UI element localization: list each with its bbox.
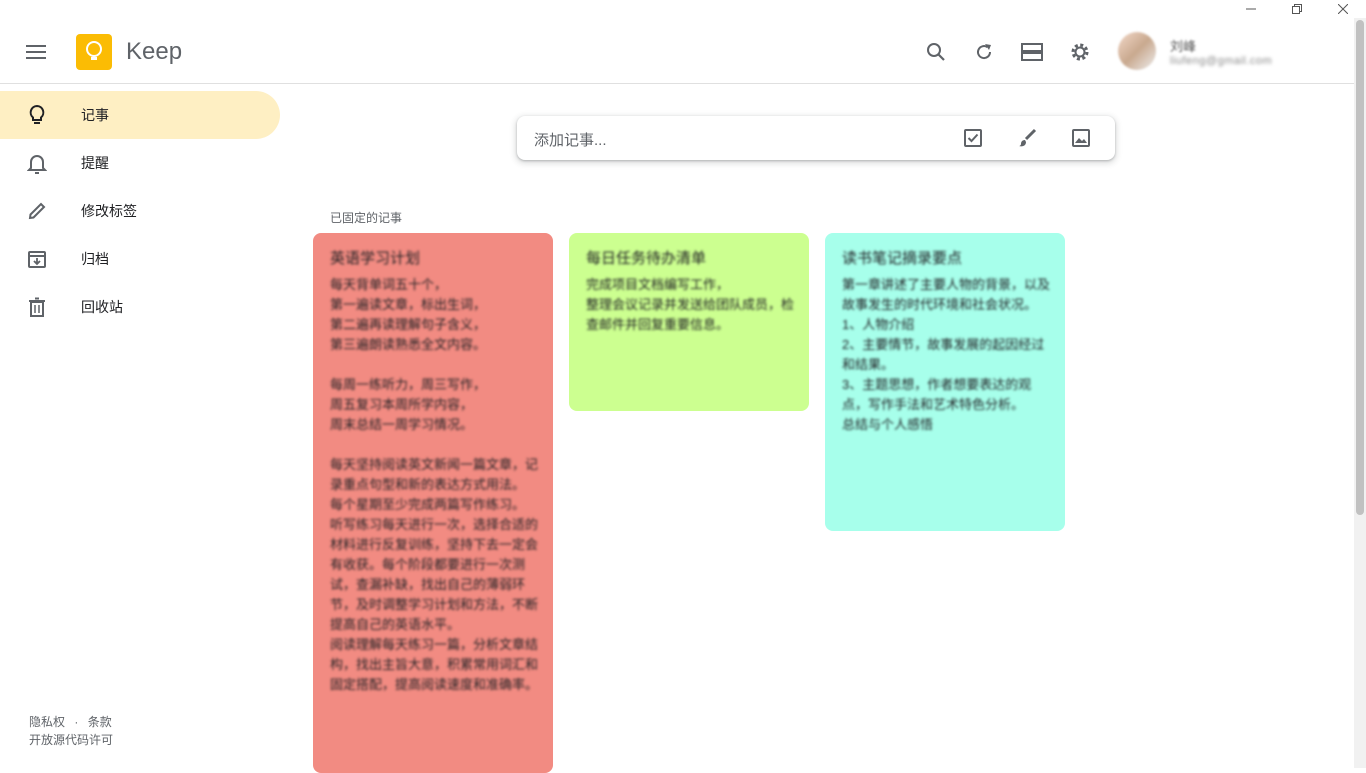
sidebar-item-trash[interactable]: 回收站 bbox=[0, 283, 280, 331]
note-card[interactable]: 每日任务待办清单 完成项目文档编写工作， 整理会议记录并发送给团队成员，检查邮件… bbox=[569, 233, 809, 411]
lightbulb-icon bbox=[24, 102, 50, 128]
note-body: 完成项目文档编写工作， 整理会议记录并发送给团队成员，检查邮件并回复重要信息。 bbox=[586, 277, 795, 332]
sidebar-item-label: 提醒 bbox=[81, 155, 109, 171]
brush-icon bbox=[1019, 128, 1037, 147]
trash-icon bbox=[24, 294, 50, 320]
footer-links: 隐私权 · 条款 bbox=[29, 713, 112, 730]
archive-icon bbox=[24, 246, 50, 272]
gear-icon bbox=[1071, 43, 1089, 61]
window-controls bbox=[1228, 0, 1366, 18]
bell-icon bbox=[24, 150, 50, 176]
terms-link[interactable]: 条款 bbox=[88, 715, 112, 729]
note-card[interactable]: 英语学习计划 每天背单词五十个， 第一遍读文章，标出生词， 第二遍再读理解句子含… bbox=[313, 233, 553, 773]
license-link[interactable]: 开放源代码许可 bbox=[29, 731, 113, 748]
restore-icon[interactable] bbox=[1274, 0, 1320, 18]
main-menu-button[interactable] bbox=[16, 32, 56, 72]
scrollbar-thumb[interactable] bbox=[1356, 20, 1364, 515]
image-icon bbox=[1072, 129, 1090, 147]
close-icon[interactable] bbox=[1320, 0, 1366, 18]
note-title: 英语学习计划 bbox=[330, 250, 421, 267]
privacy-link[interactable]: 隐私权 bbox=[29, 715, 65, 729]
list-view-icon bbox=[1021, 43, 1043, 61]
sidebar-item-notes[interactable]: 记事 bbox=[0, 91, 280, 139]
sidebar-item-label: 归档 bbox=[81, 251, 109, 267]
pencil-icon bbox=[24, 198, 50, 224]
sidebar-item-edit-labels[interactable]: 修改标签 bbox=[0, 187, 280, 235]
new-drawing-button[interactable] bbox=[1011, 122, 1043, 154]
new-list-button[interactable] bbox=[957, 122, 989, 154]
lightbulb-logo-icon bbox=[86, 41, 102, 60]
take-note-bar[interactable]: 添加记事... bbox=[517, 116, 1115, 160]
note-title: 每日任务待办清单 bbox=[586, 250, 707, 267]
take-note-input[interactable]: 添加记事... bbox=[534, 129, 607, 150]
checkbox-icon bbox=[964, 129, 982, 147]
note-title: 读书笔记摘录要点 bbox=[842, 250, 963, 267]
minimize-icon[interactable] bbox=[1228, 0, 1274, 18]
user-email: liufeng@gmail.com bbox=[1170, 55, 1273, 67]
sidebar-item-reminders[interactable]: 提醒 bbox=[0, 139, 280, 187]
sidebar-item-archive[interactable]: 归档 bbox=[0, 235, 280, 283]
sidebar-item-label: 记事 bbox=[81, 107, 109, 123]
list-view-button[interactable] bbox=[1012, 32, 1052, 72]
keep-logo bbox=[76, 34, 112, 70]
sidebar: 记事 提醒 修改标签 归档 回收站 隐私权 · 条款 开放源代码许可 bbox=[0, 84, 290, 768]
hamburger-icon bbox=[26, 45, 46, 59]
footer-separator: · bbox=[74, 715, 79, 729]
refresh-button[interactable] bbox=[964, 32, 1004, 72]
user-name: 刘峰 bbox=[1170, 39, 1197, 54]
search-button[interactable] bbox=[916, 32, 956, 72]
search-icon bbox=[927, 43, 945, 61]
pinned-section-title: 已固定的记事 bbox=[330, 211, 403, 225]
avatar[interactable] bbox=[1118, 32, 1156, 70]
note-body: 第一章讲述了主要人物的背景，以及故事发生的时代环境和社会状况。 1、人物介绍 2… bbox=[842, 277, 1051, 432]
sidebar-item-label: 回收站 bbox=[81, 299, 123, 315]
note-card[interactable]: 读书笔记摘录要点 第一章讲述了主要人物的背景，以及故事发生的时代环境和社会状况。… bbox=[825, 233, 1065, 531]
app-title: Keep bbox=[126, 38, 183, 65]
new-image-button[interactable] bbox=[1065, 122, 1097, 154]
vertical-scrollbar[interactable] bbox=[1354, 18, 1366, 768]
refresh-icon bbox=[977, 44, 992, 60]
sidebar-item-label: 修改标签 bbox=[81, 203, 137, 219]
settings-button[interactable] bbox=[1060, 32, 1100, 72]
note-body: 每天背单词五十个， 第一遍读文章，标出生词， 第二遍再读理解句子含义， 第三遍朗… bbox=[330, 277, 539, 692]
app-header: Keep 刘峰 liufeng@gmail.com bbox=[0, 18, 1354, 84]
